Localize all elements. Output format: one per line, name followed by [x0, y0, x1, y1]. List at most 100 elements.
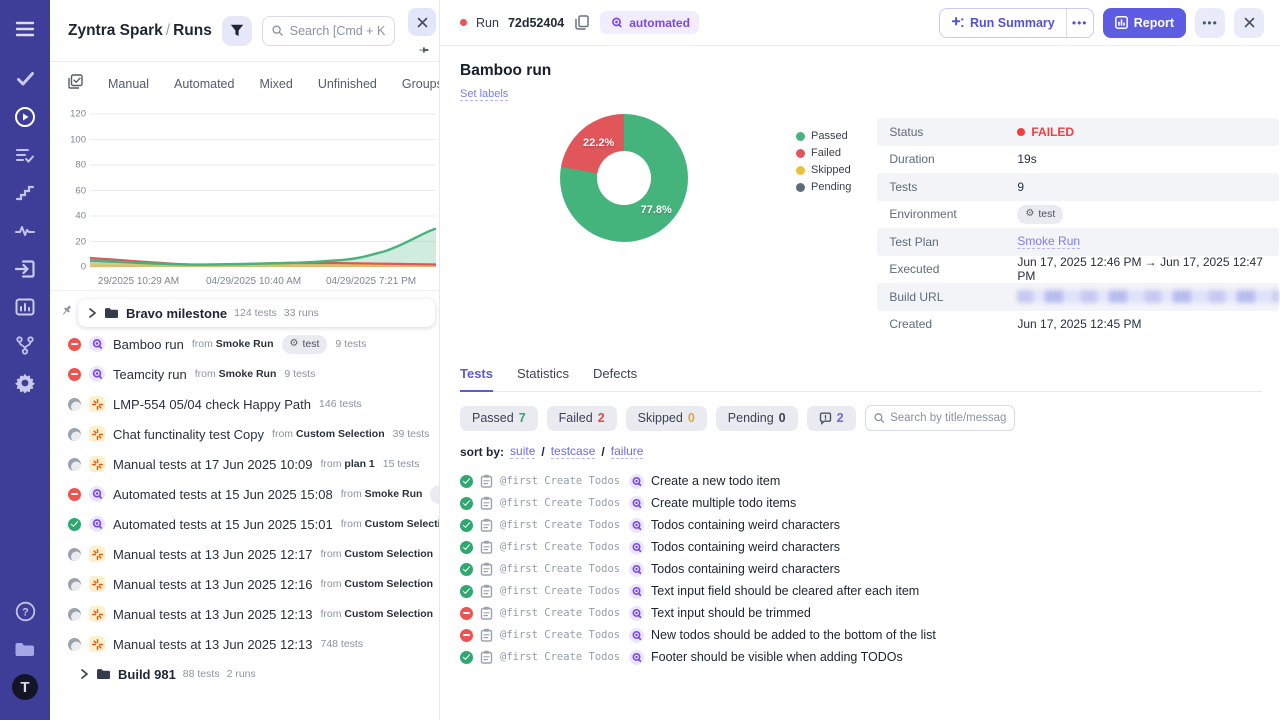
run-summary-more-button[interactable]: •••: [1066, 9, 1093, 37]
run-list-item[interactable]: Manual tests at 17 Jun 2025 10:09 from p…: [50, 449, 439, 479]
detail-tab[interactable]: Defects: [593, 366, 637, 392]
test-list-item[interactable]: @first Create Todos... New todos should …: [460, 624, 1262, 646]
test-suite-path[interactable]: @first Create Todos...: [500, 651, 622, 663]
tests-search[interactable]: [865, 405, 1015, 431]
import-icon[interactable]: [10, 254, 40, 284]
run-list-item[interactable]: LMP-554 05/04 check Happy Path 146 tests: [50, 389, 439, 419]
run-list-item[interactable]: Bamboo run from Smoke Run ⚙test 9 tests: [50, 329, 439, 359]
test-list-item[interactable]: @first Create Todos... Create multiple t…: [460, 492, 1262, 514]
test-plan-link[interactable]: Smoke Run: [1017, 234, 1080, 249]
test-list-item[interactable]: @first Create Todos... Text input field …: [460, 580, 1262, 602]
test-list-item[interactable]: @first Create Todos... Create a new todo…: [460, 470, 1262, 492]
close-detail-button[interactable]: [1234, 8, 1264, 38]
run-list-item[interactable]: Manual tests at 13 Jun 2025 12:16 from C…: [50, 569, 439, 599]
status-filter-chips: Passed 7 Failed 2 Skipped 0: [460, 406, 798, 431]
test-suite-path[interactable]: @first Create Todos...: [500, 475, 622, 487]
status-filter-chip[interactable]: Failed 2: [547, 406, 617, 431]
test-list-item[interactable]: @first Create Todos... Text input should…: [460, 602, 1262, 624]
test-title: Todos containing weird characters: [651, 540, 840, 554]
failed-dot-icon: [1017, 128, 1025, 136]
automated-type-badge[interactable]: automated: [600, 11, 699, 34]
test-list-item[interactable]: @first Create Todos... Footer should be …: [460, 646, 1262, 668]
run-list-item[interactable]: Manual tests at 13 Jun 2025 12:13 748 te…: [50, 629, 439, 659]
sort-by-failure[interactable]: failure: [611, 444, 644, 459]
select-all-icon[interactable]: [68, 74, 83, 94]
milestone-row[interactable]: Bravo milestone 124 tests 33 runs: [78, 299, 435, 327]
settings-gear-icon[interactable]: [10, 368, 40, 398]
comments-count: 2: [837, 411, 844, 425]
test-suite-path[interactable]: @first Create Todos...: [500, 563, 622, 575]
reports-chart-icon[interactable]: [10, 292, 40, 322]
more-actions-button[interactable]: •••: [1195, 8, 1225, 38]
run-rows: Bamboo run from Smoke Run ⚙test 9 tests …: [50, 329, 439, 659]
tests-search-input[interactable]: [890, 412, 1006, 424]
test-list-item[interactable]: @first Create Todos... Todos containing …: [460, 514, 1262, 536]
run-list-item[interactable]: Automated tests at 15 Jun 2025 15:01 fro…: [50, 509, 439, 539]
run-type-tab[interactable]: Mixed: [259, 77, 292, 91]
tests-check-icon[interactable]: [10, 64, 40, 94]
test-suite-path[interactable]: @first Create Todos...: [500, 585, 622, 597]
automated-test-icon: [629, 628, 644, 643]
runs-search[interactable]: [262, 16, 395, 46]
test-suite-path[interactable]: @first Create Todos...: [500, 519, 622, 531]
detail-tab[interactable]: Statistics: [517, 366, 569, 392]
group-row-build-981[interactable]: Build 981 88 tests 2 runs: [50, 659, 439, 689]
sort-by-testcase[interactable]: testcase: [551, 444, 596, 459]
runs-search-input[interactable]: [290, 24, 385, 38]
status-filter-chip[interactable]: Skipped 0: [626, 406, 707, 431]
comments-filter-chip[interactable]: 2: [807, 406, 856, 431]
test-suite-path[interactable]: @first Create Todos...: [500, 497, 622, 509]
run-type-tab[interactable]: Groups: [402, 77, 440, 91]
run-type-tab[interactable]: Manual: [108, 77, 149, 91]
test-status-icon: [460, 607, 473, 620]
legend-item[interactable]: Failed: [796, 147, 851, 159]
test-suite-path[interactable]: @first Create Todos...: [500, 607, 622, 619]
copy-run-id-button[interactable]: [573, 13, 591, 32]
pin-icon[interactable]: [60, 304, 73, 322]
run-detail-body: Bamboo run Set labels 22.2% 77.8% Passed: [440, 46, 1280, 720]
run-tests-count: 39 tests: [393, 428, 430, 440]
breadcrumb-project[interactable]: Zyntra Spark: [68, 22, 163, 39]
run-title: Automated tests at 15 Jun 2025 15:08: [113, 487, 333, 502]
run-summary-split-button[interactable]: Run Summary •••: [939, 8, 1094, 38]
test-list-item[interactable]: @first Create Todos... Todos containing …: [460, 558, 1262, 580]
run-list-item[interactable]: Automated tests at 15 Jun 2025 15:08 fro…: [50, 479, 439, 509]
legend-item[interactable]: Pending: [796, 181, 851, 193]
run-type-tab[interactable]: Unfinished: [318, 77, 377, 91]
detail-tab[interactable]: Tests: [460, 366, 493, 392]
run-list-item[interactable]: Manual tests at 13 Jun 2025 12:17 from C…: [50, 539, 439, 569]
panel-close-button[interactable]: [408, 8, 436, 36]
test-suite-path[interactable]: @first Create Todos...: [500, 629, 622, 641]
runs-play-icon[interactable]: [10, 102, 40, 132]
run-list-item[interactable]: Manual tests at 13 Jun 2025 12:13 from C…: [50, 599, 439, 629]
detail-row: Created Jun 17, 2025 12:45 PM: [877, 311, 1279, 339]
report-button[interactable]: Report: [1103, 8, 1186, 38]
branches-icon[interactable]: [10, 330, 40, 360]
legend-item[interactable]: Passed: [796, 130, 851, 142]
test-plans-icon[interactable]: [10, 140, 40, 170]
test-title: Todos containing weird characters: [651, 518, 840, 532]
menu-icon[interactable]: [10, 14, 40, 44]
app-logo[interactable]: T: [10, 672, 40, 702]
run-list-item[interactable]: Chat functinality test Copy from Custom …: [50, 419, 439, 449]
test-list-item[interactable]: @first Create Todos... Todos containing …: [460, 536, 1262, 558]
pin-icon[interactable]: [418, 42, 430, 60]
analytics-pulse-icon[interactable]: [10, 216, 40, 246]
milestones-steps-icon[interactable]: [10, 178, 40, 208]
automated-run-icon: [89, 486, 105, 502]
run-type-tab[interactable]: Automated: [174, 77, 234, 91]
status-filter-chip[interactable]: Pending 0: [716, 406, 798, 431]
test-suite-path[interactable]: @first Create Todos...: [500, 541, 622, 553]
projects-folder-icon[interactable]: [10, 634, 40, 664]
set-labels-link[interactable]: Set labels: [460, 88, 508, 101]
filter-button[interactable]: [222, 16, 252, 46]
status-filter-chip[interactable]: Passed 7: [460, 406, 538, 431]
sort-by-suite[interactable]: suite: [510, 444, 535, 459]
copy-icon: [575, 15, 589, 30]
detail-value: 9: [1017, 180, 1279, 194]
legend-item[interactable]: Skipped: [796, 164, 851, 176]
run-list-item[interactable]: Teamcity run from Smoke Run 9 tests: [50, 359, 439, 389]
main-sidebar: ? T: [0, 0, 50, 720]
help-icon[interactable]: ?: [10, 596, 40, 626]
run-detail-topbar: Run 72d52404 automated Run Summary •••: [440, 0, 1280, 46]
